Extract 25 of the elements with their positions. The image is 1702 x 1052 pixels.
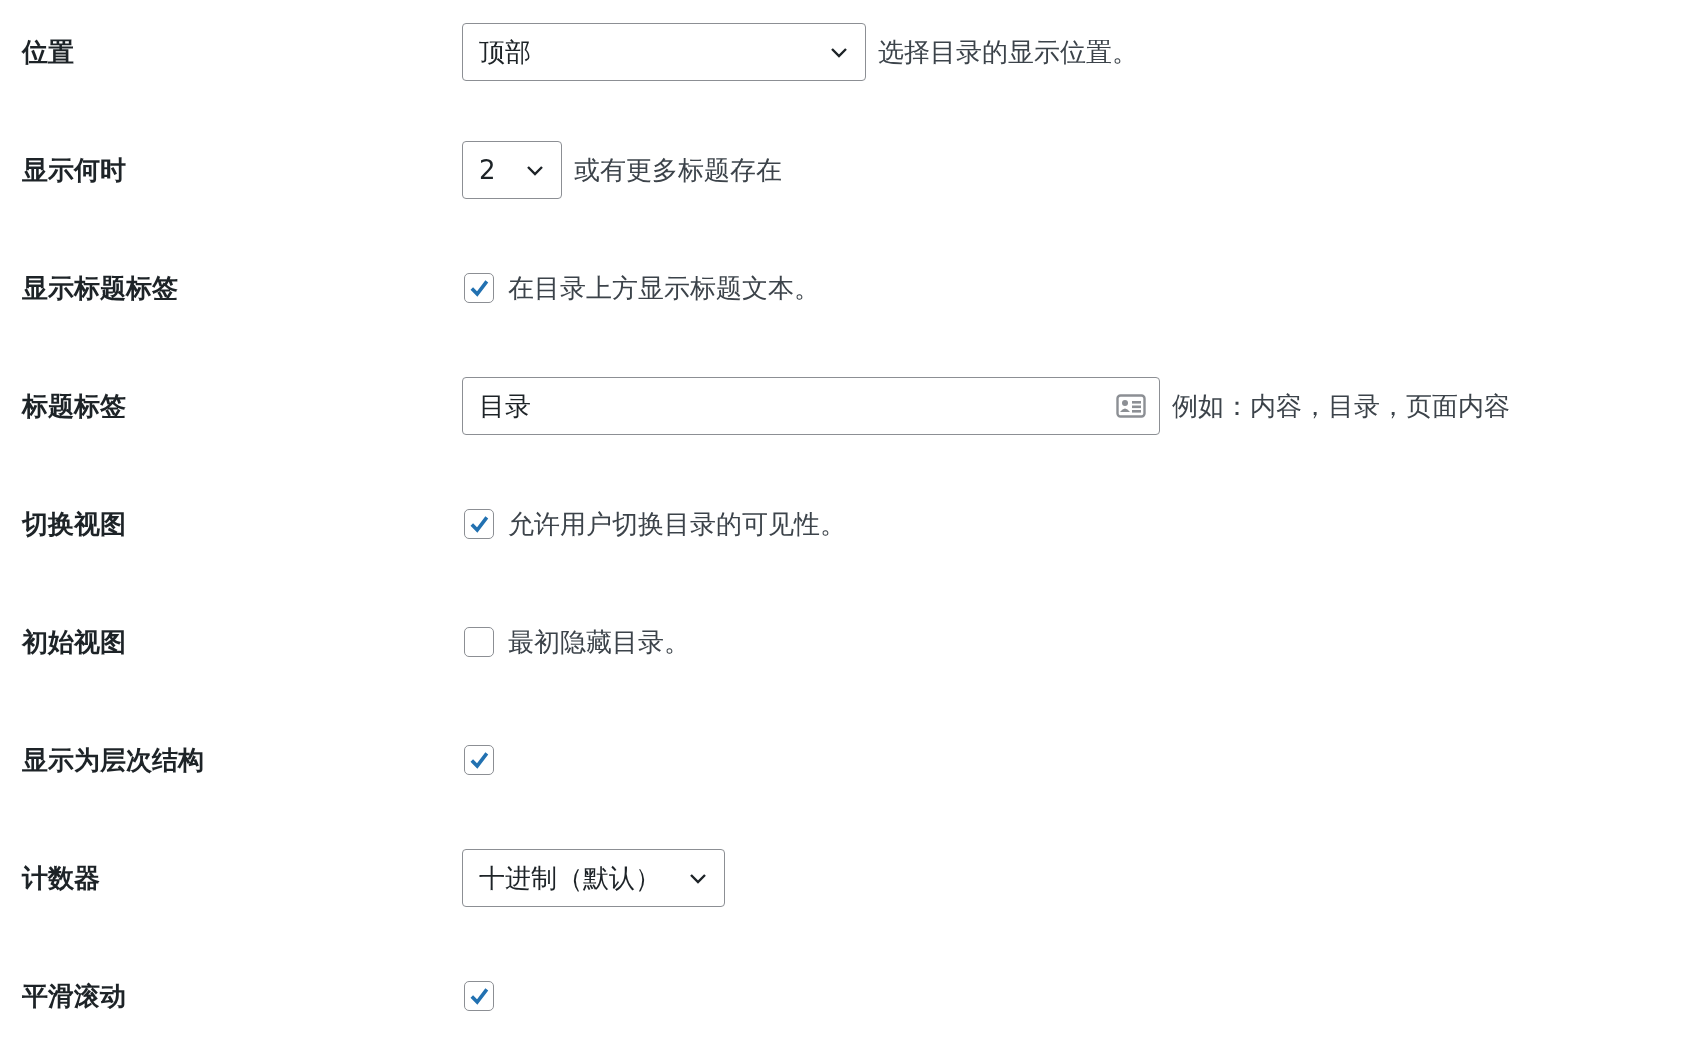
setting-label: 平滑滚动 — [21, 979, 127, 1013]
dropdown[interactable]: 顶部 — [462, 23, 866, 81]
text-field[interactable]: 目录 — [462, 377, 1160, 435]
dropdown[interactable]: 十进制（默认） — [462, 849, 725, 907]
setting-label: 显示标题标签 — [21, 271, 179, 305]
setting-label: 显示何时 — [21, 153, 127, 187]
description: 或有更多标题存在 — [574, 153, 782, 187]
dropdown[interactable]: 2 — [462, 141, 562, 199]
setting-label: 位置 — [20, 35, 75, 69]
checkbox[interactable] — [464, 745, 494, 775]
setting-label: 标题标签 — [20, 389, 127, 423]
setting-label: 计数器 — [20, 861, 101, 895]
checkbox[interactable] — [464, 273, 494, 303]
setting-label: 显示为层次结构 — [21, 743, 205, 777]
checkbox[interactable] — [464, 627, 494, 657]
description: 最初隐藏目录。 — [508, 625, 690, 659]
description: 例如：内容，目录，页面内容 — [1172, 389, 1510, 423]
setting-label: 初始视图 — [20, 625, 127, 659]
checkbox[interactable] — [464, 509, 494, 539]
description: 允许用户切换目录的可见性。 — [508, 507, 846, 541]
contact-card-icon[interactable] — [1116, 394, 1146, 418]
description: 选择目录的显示位置。 — [878, 35, 1138, 69]
description: 在目录上方显示标题文本。 — [508, 271, 820, 305]
checkbox[interactable] — [464, 981, 494, 1011]
setting-label: 切换视图 — [20, 507, 127, 541]
